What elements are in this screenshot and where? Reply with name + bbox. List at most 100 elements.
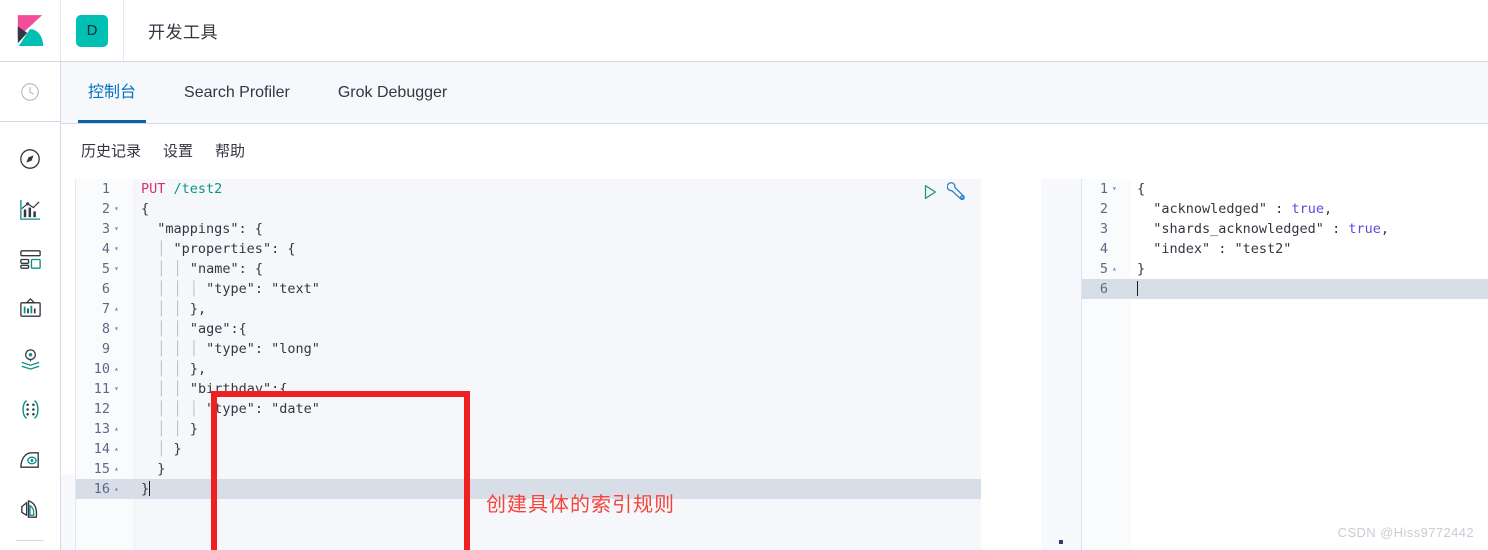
sidebar-item-machine-learning[interactable]	[0, 434, 60, 484]
sidebar-item-dashboard[interactable]	[0, 234, 60, 284]
code-text: │ │ │ "type": "long"	[157, 341, 320, 357]
graph-nodes-icon	[21, 399, 39, 419]
code-text: }	[141, 481, 151, 497]
code-line[interactable]: 3 ▾ "mappings": {	[76, 219, 981, 239]
dev-tools-tabstrip: 控制台 Search Profiler Grok Debugger	[61, 62, 1488, 124]
wrench-icon[interactable]	[947, 182, 967, 202]
sidebar-item-visualize[interactable]	[0, 184, 60, 234]
fold-toggle-icon[interactable]: ▾	[1112, 179, 1122, 199]
fold-toggle-icon[interactable]: ▾	[114, 219, 124, 239]
line-number: 1	[101, 181, 110, 197]
code-text: {	[141, 201, 150, 217]
editor-left-strip	[61, 474, 75, 550]
line-number: 3	[1099, 221, 1108, 237]
primary-nav-rail	[0, 62, 61, 550]
code-line[interactable]: 1 ▾ {	[1082, 179, 1488, 199]
code-line[interactable]: 6 │ │ │ "type": "text"	[76, 279, 981, 299]
menu-item-settings[interactable]: 设置	[163, 140, 193, 161]
code-line[interactable]: 12 │ │ │ "type": "date"	[76, 399, 981, 419]
line-number: 1	[1099, 181, 1108, 197]
line-number: 9	[101, 341, 110, 357]
fold-toggle-icon[interactable]: ▴	[114, 359, 124, 379]
line-number: 6	[101, 281, 110, 297]
response-editor-lines: 1 ▾ {2 "acknowledged" : true, 3 "shards_ack…	[1082, 179, 1488, 299]
line-number: 2	[1099, 201, 1108, 217]
fold-toggle-icon[interactable]: ▴	[1112, 259, 1122, 279]
tab-console[interactable]: 控制台	[78, 63, 147, 123]
sidebar-item-maps[interactable]	[0, 334, 60, 384]
play-triangle-icon[interactable]	[921, 183, 939, 201]
nav-divider	[16, 540, 44, 541]
code-text: {	[1137, 181, 1146, 197]
fold-toggle-icon[interactable]: ▴	[114, 439, 124, 459]
recently-viewed-button[interactable]	[0, 62, 60, 122]
panel-resizer[interactable]	[1041, 179, 1082, 550]
line-number: 15	[93, 461, 110, 477]
logs-icon	[20, 499, 37, 518]
resizer-grip	[1059, 540, 1063, 544]
line-number: 13	[93, 421, 110, 437]
sidebar-item-logs[interactable]	[0, 484, 60, 534]
fold-toggle-icon[interactable]: ▴	[114, 479, 124, 499]
dashboard-icon	[19, 249, 41, 269]
fold-toggle-icon[interactable]: ▾	[114, 239, 124, 259]
code-line[interactable]: 3 "shards_acknowledged" : true,	[1082, 219, 1488, 239]
tab-search-profiler[interactable]: Search Profiler	[174, 63, 300, 123]
code-text: "mappings": {	[141, 221, 263, 237]
nav-icon-list	[0, 122, 60, 541]
line-number: 10	[93, 361, 110, 377]
code-text: │ }	[157, 441, 182, 457]
code-line[interactable]: 4 ▾ │ "properties": {	[76, 239, 981, 259]
code-line[interactable]: 1 PUT /test2	[76, 179, 981, 199]
app-badge-cell[interactable]: D	[61, 0, 123, 61]
code-line[interactable]: 8 ▾ │ │ "age":{	[76, 319, 981, 339]
tab-grok-debugger[interactable]: Grok Debugger	[328, 63, 457, 123]
code-text: │ │ },	[157, 301, 207, 317]
line-number: 2	[101, 201, 110, 217]
code-line[interactable]: 14 ▴ │ }	[76, 439, 981, 459]
kibana-logo	[17, 14, 44, 46]
sidebar-item-discover[interactable]	[0, 134, 60, 184]
code-text: "index" : "test2"	[1137, 241, 1292, 257]
bar-chart-icon	[19, 199, 40, 220]
sidebar-item-graph[interactable]	[0, 384, 60, 434]
menu-item-help[interactable]: 帮助	[215, 140, 245, 161]
code-line[interactable]: 2 "acknowledged" : true,	[1082, 199, 1488, 219]
line-number: 6	[1099, 281, 1108, 297]
fold-toggle-icon[interactable]: ▴	[114, 459, 124, 479]
code-text: │ "properties": {	[157, 241, 296, 257]
code-line[interactable]: 9 │ │ │ "type": "long"	[76, 339, 981, 359]
fold-toggle-icon[interactable]: ▾	[114, 259, 124, 279]
code-text: │ │ },	[157, 361, 207, 377]
code-line[interactable]: 6	[1082, 279, 1488, 299]
code-line[interactable]: 4 "index" : "test2"	[1082, 239, 1488, 259]
code-line[interactable]: 5 ▴}	[1082, 259, 1488, 279]
map-layers-icon	[21, 348, 39, 370]
menu-item-history[interactable]: 历史记录	[81, 140, 141, 161]
app-badge: D	[76, 14, 108, 47]
console-workarea: 1 PUT /test2 2 ▾{3 ▾ "mappings": {4 ▾ │ "prop…	[61, 179, 1488, 550]
code-text: │ │ }	[157, 421, 198, 437]
fold-toggle-icon[interactable]: ▾	[114, 379, 124, 399]
code-line[interactable]: 15 ▴ }	[76, 459, 981, 479]
line-number: 8	[101, 321, 110, 337]
fold-toggle-icon[interactable]: ▾	[114, 319, 124, 339]
fold-toggle-icon[interactable]: ▾	[114, 199, 124, 219]
line-number: 12	[93, 401, 110, 417]
response-editor[interactable]: 1 ▾ {2 "acknowledged" : true, 3 "shards_ack…	[1082, 179, 1488, 550]
code-line[interactable]: 2 ▾ {	[76, 199, 981, 219]
text-caret	[149, 481, 151, 496]
fold-toggle-icon[interactable]: ▴	[114, 419, 124, 439]
code-line[interactable]: 11 ▾ │ │ "birthday":{	[76, 379, 981, 399]
code-line[interactable]: 13 ▴ │ │ }	[76, 419, 981, 439]
code-line[interactable]: 7 ▴ │ │ },	[76, 299, 981, 319]
code-line[interactable]: 5 ▾ │ │ "name": {	[76, 259, 981, 279]
code-line[interactable]: 10 ▴ │ │ },	[76, 359, 981, 379]
compass-icon	[20, 149, 40, 169]
code-text: │ │ │ "type": "date"	[157, 401, 320, 417]
kibana-home-button[interactable]	[0, 0, 61, 61]
sidebar-item-canvas[interactable]	[0, 284, 60, 334]
machine-learning-icon	[19, 451, 39, 468]
fold-toggle-icon[interactable]: ▴	[114, 299, 124, 319]
line-number: 5	[1099, 261, 1108, 277]
